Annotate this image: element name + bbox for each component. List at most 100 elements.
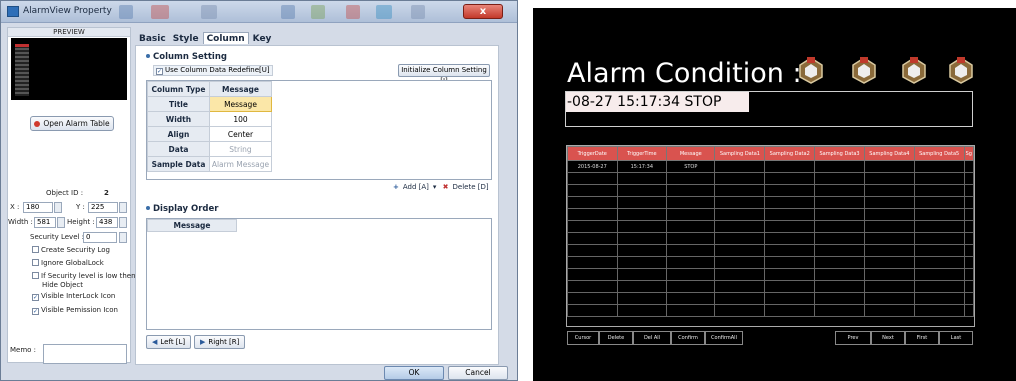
confirm-all-button[interactable]: ConfirmAll <box>705 331 743 345</box>
visible-permission-icon-checkbox[interactable]: ✓ Visible Pemission Icon <box>32 306 118 315</box>
trigger-time-header: TriggerTime <box>616 146 668 161</box>
cancel-button[interactable]: Cancel <box>448 366 508 380</box>
security-level-label: Security Level : <box>30 233 85 241</box>
width-spinner[interactable] <box>57 217 65 228</box>
x-input[interactable]: 180 <box>23 202 53 213</box>
hide-object-label-2: Hide Object <box>42 281 83 289</box>
display-order-message-header[interactable]: Message <box>147 219 237 232</box>
security-level-input[interactable]: 0 <box>83 232 117 243</box>
table-row[interactable] <box>567 208 974 221</box>
data-key: Data <box>147 141 210 157</box>
display-order-title: Display Order <box>146 204 218 214</box>
confirm-button[interactable]: Confirm <box>671 331 705 345</box>
title-key: Title <box>147 96 210 112</box>
table-row[interactable] <box>567 280 974 293</box>
preview-miniature <box>15 44 29 96</box>
height-input[interactable]: 438 <box>96 217 118 228</box>
toolbar-ghost-icon <box>201 5 217 19</box>
delete-all-button[interactable]: Del All <box>633 331 671 345</box>
y-spinner[interactable] <box>119 202 127 213</box>
table-cell <box>963 160 974 173</box>
trigger-time-cell: 15:17:34 <box>616 160 668 173</box>
delete-icon: ✖ <box>442 183 449 191</box>
table-row[interactable] <box>567 268 974 281</box>
delete-button[interactable]: Delete [D] <box>453 183 489 191</box>
tab-basic[interactable]: Basic <box>136 33 169 45</box>
tab-style[interactable]: Style <box>170 33 202 45</box>
x-spinner[interactable] <box>54 202 62 213</box>
column-type-header: Column Type <box>147 81 210 97</box>
right-button[interactable]: ▶ Right [R] <box>194 335 246 349</box>
table-row[interactable] <box>567 304 974 317</box>
last-alarm-box: -08-27 15:17:34 STOP <box>565 91 973 127</box>
alarm-lamp-icon <box>902 57 926 84</box>
alarm-lamp-icon <box>852 57 876 84</box>
memo-input[interactable] <box>43 344 127 364</box>
table-row[interactable] <box>567 244 974 257</box>
table-row: Data String <box>147 141 272 157</box>
cursor-button[interactable]: Cursor <box>567 331 599 345</box>
close-button[interactable]: x <box>463 4 503 19</box>
table-row[interactable] <box>567 232 974 245</box>
hide-object-checkbox[interactable]: If Security level is low then <box>32 272 136 280</box>
table-row[interactable] <box>567 196 974 209</box>
column-tab-panel: Column Setting ✓ Use Column Data Redefine… <box>135 45 499 365</box>
y-input[interactable]: 225 <box>88 202 118 213</box>
sampling-data4-header: Sampling Data4 <box>863 146 915 161</box>
use-column-data-redefine-checkbox[interactable]: ✓ Use Column Data Redefine[U] <box>153 65 273 76</box>
visible-interlock-icon-checkbox[interactable]: ✓ Visible InterLock Icon <box>32 292 115 301</box>
right-button-row: Prev Next First Last <box>835 331 973 345</box>
table-row[interactable]: 2015-08-27 15:17:34 STOP <box>567 160 974 173</box>
table-row: Width 100 <box>147 111 272 127</box>
table-row[interactable] <box>567 256 974 269</box>
first-button[interactable]: First <box>905 331 939 345</box>
height-label: Height : <box>67 218 95 226</box>
height-spinner[interactable] <box>119 217 127 228</box>
use-column-data-redefine-label: Use Column Data Redefine[U] <box>165 66 270 74</box>
left-arrow-icon: ◀ <box>152 338 158 346</box>
dropdown-arrow-icon[interactable]: ▾ <box>433 183 437 191</box>
last-button[interactable]: Last <box>939 331 973 345</box>
next-button[interactable]: Next <box>871 331 905 345</box>
bullet-icon <box>146 54 150 58</box>
open-alarm-table-button[interactable]: Open Alarm Table <box>30 116 114 131</box>
message-cell: STOP <box>666 160 716 173</box>
create-security-log-checkbox[interactable]: Create Security Log <box>32 246 110 254</box>
memo-label: Memo : <box>10 346 37 354</box>
align-value[interactable]: Center <box>209 126 272 142</box>
tab-key[interactable]: Key <box>250 33 275 45</box>
table-cell <box>913 160 965 173</box>
table-row[interactable] <box>567 184 974 197</box>
right-button-label: Right [R] <box>208 338 240 346</box>
ignore-globallock-checkbox[interactable]: Ignore GlobalLock <box>32 259 104 267</box>
delete-alarm-button[interactable]: Delete <box>599 331 633 345</box>
title-value[interactable]: Message <box>209 96 272 112</box>
add-button[interactable]: Add [A] <box>403 183 429 191</box>
app-icon <box>7 6 19 17</box>
add-icon: + <box>393 183 399 191</box>
ok-button[interactable]: OK <box>384 366 444 380</box>
width-input[interactable]: 581 <box>34 217 56 228</box>
table-row[interactable] <box>567 220 974 233</box>
table-row[interactable] <box>567 292 974 305</box>
y-label: Y : <box>76 203 85 211</box>
dialog-title: AlarmView Property <box>23 6 112 16</box>
visible-permission-icon-label: Visible Pemission Icon <box>41 306 118 314</box>
message-header[interactable]: Message <box>209 81 272 97</box>
sampling-data2-header: Sampling Data2 <box>764 146 816 161</box>
left-button[interactable]: ◀ Left [L] <box>146 335 192 349</box>
x-label: X : <box>10 203 20 211</box>
width-value[interactable]: 100 <box>209 111 272 127</box>
prev-button[interactable]: Prev <box>835 331 871 345</box>
tab-column[interactable]: Column <box>202 32 249 44</box>
column-setting-title: Column Setting <box>146 52 227 62</box>
security-level-spinner[interactable] <box>119 232 127 243</box>
initialize-column-setting-button[interactable]: Initialize Column Setting [I] <box>398 64 490 85</box>
table-row[interactable] <box>567 172 974 185</box>
sampling-data1-header: Sampling Data1 <box>714 146 766 161</box>
toolbar-ghost-icon <box>346 5 360 19</box>
create-security-log-label: Create Security Log <box>41 246 110 254</box>
trigger-date-cell: 2015-08-27 <box>567 160 618 173</box>
alarm-view-screen: Alarm Condition : -08-27 15:17:34 STOP T… <box>533 8 1016 381</box>
last-alarm-text: -08-27 15:17:34 STOP <box>566 92 749 112</box>
